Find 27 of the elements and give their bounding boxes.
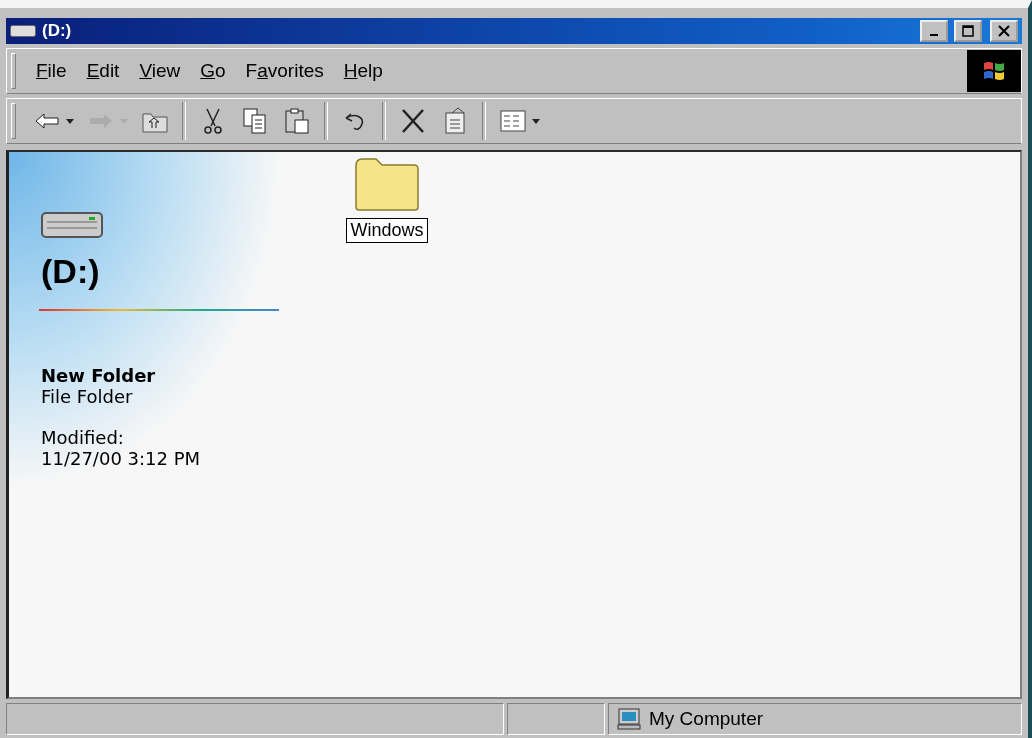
selected-item-name: New Folder bbox=[41, 365, 157, 386]
modified-label: Modified: bbox=[41, 427, 125, 448]
menu-item[interactable]: Edit bbox=[78, 58, 128, 84]
item-type: File Folder bbox=[41, 386, 134, 407]
minimize-button[interactable] bbox=[920, 20, 948, 42]
close-button[interactable] bbox=[990, 20, 1018, 42]
menu-item[interactable]: Favorites bbox=[237, 58, 332, 84]
close-icon bbox=[998, 25, 1010, 37]
window-title: (D:) bbox=[42, 21, 73, 41]
folder-icon[interactable] bbox=[354, 156, 420, 212]
computer-icon bbox=[617, 708, 641, 730]
menu-item[interactable]: View bbox=[131, 58, 189, 84]
menu-item[interactable]: Go bbox=[192, 58, 234, 84]
minimize-icon bbox=[930, 34, 938, 36]
throbber-logo bbox=[967, 50, 1021, 92]
maximize-icon bbox=[962, 25, 974, 37]
drive-icon bbox=[10, 25, 36, 37]
menu-item[interactable]: Help bbox=[335, 58, 391, 84]
modified-date: 11/27/00 3:12 PM bbox=[41, 448, 202, 469]
zone-name: My Computer bbox=[649, 708, 764, 730]
menu-item[interactable]: File bbox=[28, 58, 75, 84]
caret-icon[interactable] bbox=[532, 118, 540, 124]
drive-icon bbox=[41, 212, 103, 238]
maximize-button[interactable] bbox=[954, 20, 982, 42]
drive-title: (D:) bbox=[41, 252, 101, 291]
folder-label[interactable]: Windows bbox=[346, 218, 428, 243]
caret-icon[interactable] bbox=[66, 118, 74, 124]
